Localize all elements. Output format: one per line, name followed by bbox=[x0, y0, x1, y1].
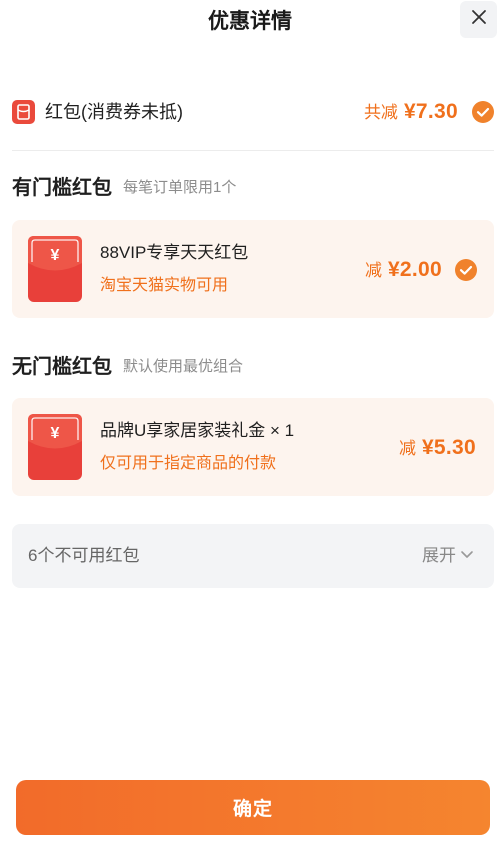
section-subtitle: 默认使用最优组合 bbox=[123, 358, 244, 375]
section-header-threshold: 有门槛红包 每笔订单限用1个 bbox=[12, 174, 236, 202]
envelope-icon: ¥ bbox=[28, 236, 82, 302]
expand-toggle[interactable]: 展开 bbox=[422, 524, 474, 588]
summary-total-amount: ¥7.30 bbox=[403, 100, 458, 123]
expand-label: 展开 bbox=[422, 546, 456, 565]
discount-amount: ¥2.00 bbox=[387, 258, 442, 281]
coupon-card[interactable]: ¥ 品牌U享家居家装礼金 × 1 仅可用于指定商品的付款 减 ¥5.30 bbox=[12, 398, 494, 496]
coupon-card[interactable]: ¥ 88VIP专享天天红包 淘宝天猫实物可用 减 ¥2.00 bbox=[12, 220, 494, 318]
coupon-name: 品牌U享家居家装礼金 × 1 bbox=[100, 421, 295, 440]
check-icon[interactable] bbox=[455, 259, 477, 281]
divider bbox=[12, 150, 494, 151]
discount-prefix: 减 bbox=[364, 261, 382, 280]
coupon-name: 88VIP专享天天红包 bbox=[100, 243, 249, 262]
red-packet-icon bbox=[12, 100, 35, 124]
coupon-description: 仅可用于指定商品的付款 bbox=[100, 455, 277, 472]
section-header-no-threshold: 无门槛红包 默认使用最优组合 bbox=[12, 353, 243, 381]
chevron-down-icon bbox=[460, 547, 474, 566]
section-subtitle: 每笔订单限用1个 bbox=[123, 179, 237, 196]
confirm-label: 确定 bbox=[232, 799, 273, 820]
svg-text:¥: ¥ bbox=[51, 247, 60, 264]
section-title: 有门槛红包 bbox=[12, 177, 112, 199]
summary-check-icon[interactable] bbox=[472, 101, 494, 123]
coupon-discount: 减 ¥5.30 bbox=[399, 432, 476, 464]
unavailable-coupons-bar[interactable]: 6个不可用红包 展开 bbox=[12, 524, 494, 588]
summary-total: 共减 ¥7.30 bbox=[364, 97, 458, 127]
summary-total-prefix: 共减 bbox=[363, 103, 398, 122]
envelope-icon: ¥ bbox=[28, 414, 82, 480]
coupon-discount: 减 ¥2.00 bbox=[365, 254, 442, 286]
section-title: 无门槛红包 bbox=[12, 356, 112, 378]
unavailable-count-label: 6个不可用红包 bbox=[28, 546, 140, 565]
discount-amount: ¥5.30 bbox=[421, 436, 476, 459]
summary-label: 红包(消费券未抵) bbox=[45, 102, 183, 122]
close-icon bbox=[471, 9, 487, 30]
confirm-button[interactable]: 确定 bbox=[16, 780, 490, 835]
coupon-description: 淘宝天猫实物可用 bbox=[100, 277, 229, 294]
close-button[interactable] bbox=[460, 1, 497, 38]
svg-text:¥: ¥ bbox=[51, 425, 60, 442]
discount-prefix: 减 bbox=[398, 439, 416, 458]
page-title: 优惠详情 bbox=[208, 10, 292, 33]
